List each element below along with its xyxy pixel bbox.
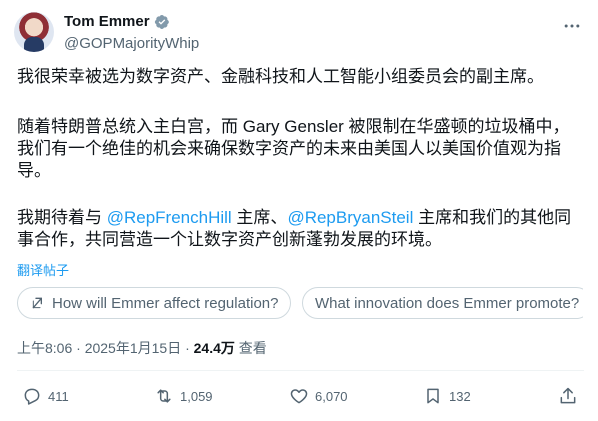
suggestion-chip-innovation[interactable]: What innovation does Emmer promote? [301,287,583,319]
tweet-timestamp[interactable]: 上午8:06 · 2025年1月15日 · [17,340,194,356]
reply-count: 411 [48,388,69,404]
divider [17,370,584,371]
reply-button[interactable]: 411 [22,386,69,406]
tweet-paragraph-1: 我很荣幸被选为数字资产、金融科技和人工智能小组委员会的副主席。 [17,67,544,86]
share-button[interactable] [558,386,578,406]
heart-icon [290,389,308,404]
verified-badge-icon [154,15,169,29]
views-label: 查看 [234,340,267,356]
bookmark-icon [427,388,439,404]
tweet-header: Tom Emmer @GOPMajorityWhip [14,10,584,58]
mention-link-bryansteil[interactable]: @RepBryanSteil [287,208,413,227]
paragraph-3-middle: 主席、 [231,208,288,227]
view-count: 24.4万 [193,340,235,356]
share-icon [560,387,576,404]
like-button[interactable]: 6,070 [289,386,348,406]
mention-link-frenchhill[interactable]: @RepFrenchHill [107,208,232,227]
author-info: Tom Emmer @GOPMajorityWhip [64,12,199,54]
name-row: Tom Emmer [64,12,199,32]
action-bar: 411 1,059 6,070 132 [22,386,584,408]
suggestion-chip-label: What innovation does Emmer promote? [314,294,580,312]
suggestion-chip-label: How will Emmer affect regulation? [52,294,279,312]
reply-icon [24,388,40,405]
like-count: 6,070 [315,388,348,404]
avatar[interactable] [14,12,54,52]
retweet-button[interactable]: 1,059 [154,386,213,406]
suggestion-chip-regulation[interactable]: How will Emmer affect regulation? [17,287,292,319]
bookmark-button[interactable]: 132 [423,386,471,406]
display-name[interactable]: Tom Emmer [64,12,150,32]
author-handle[interactable]: @GOPMajorityWhip [64,34,199,54]
tweet-paragraph-3: 我期待着与 @RepFrenchHill 主席、@RepBryanSteil 主… [17,207,583,251]
grok-icon [32,297,42,309]
tweet-meta: 上午8:06 · 2025年1月15日 · 24.4万 查看 [17,338,267,358]
more-options-icon[interactable] [562,16,582,36]
retweet-count: 1,059 [180,388,213,404]
grok-suggestion-chips: How will Emmer affect regulation? What i… [17,287,583,323]
retweet-icon [157,389,171,403]
paragraph-3-start: 我期待着与 [17,208,107,227]
bookmark-count: 132 [449,388,471,404]
tweet-paragraph-2: 随着特朗普总统入主白宫，而 Gary Gensler 被限制在华盛顿的垃圾桶中，… [17,117,570,180]
translate-post-link[interactable]: 翻译帖子 [17,260,69,279]
